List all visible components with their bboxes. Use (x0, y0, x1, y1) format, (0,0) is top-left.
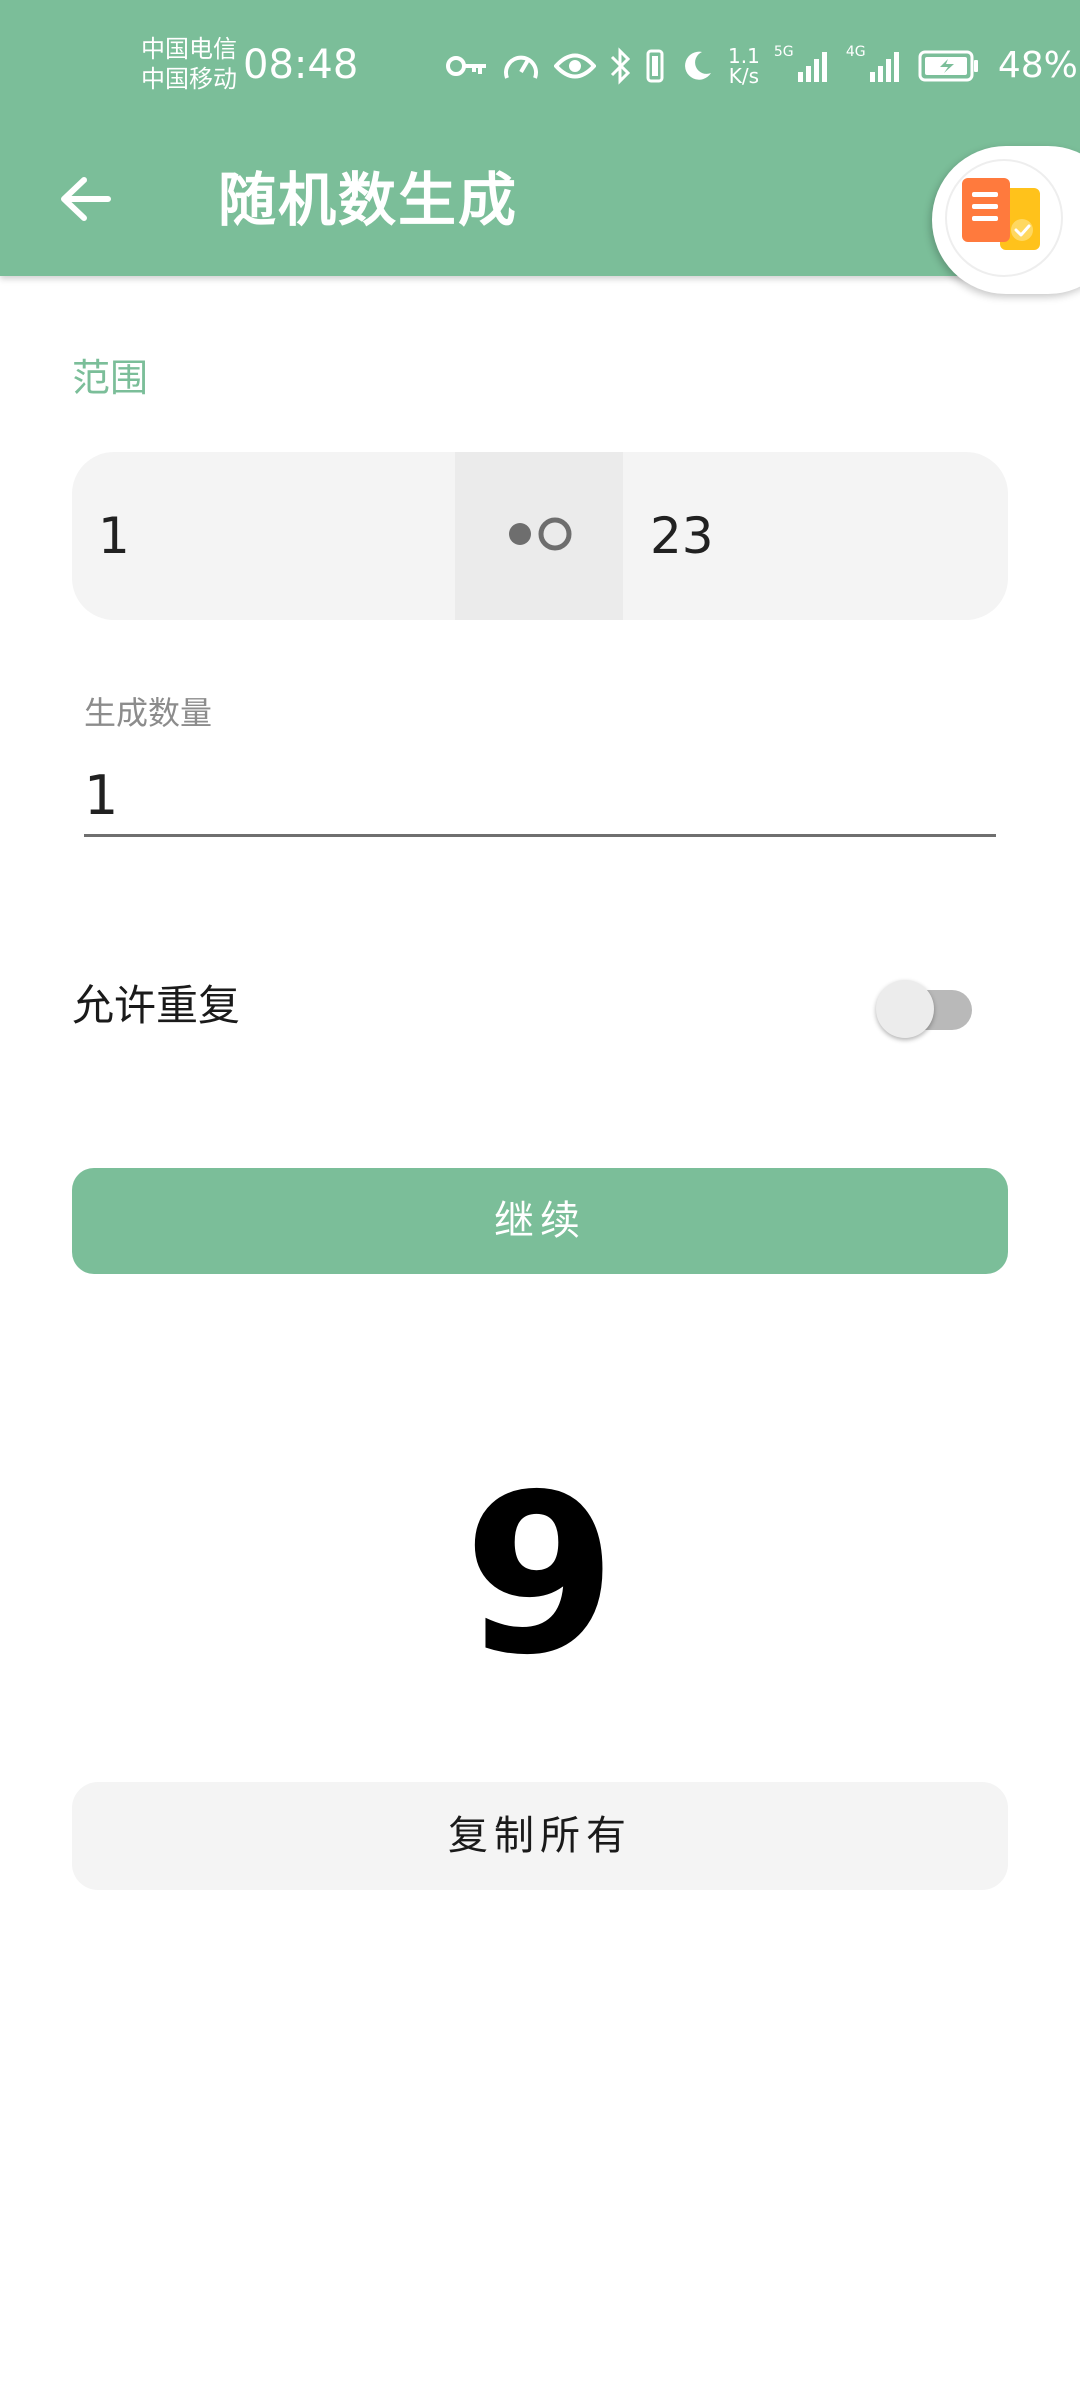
result-number: 9 (463, 1447, 617, 1703)
back-button[interactable] (40, 156, 130, 246)
status-time: 08:48 (243, 42, 359, 88)
carrier-2: 中国移动 (141, 65, 237, 93)
allow-repeat-switch[interactable] (874, 970, 976, 1042)
arrow-back-icon (58, 175, 112, 227)
carrier-1: 中国电信 (141, 35, 237, 63)
range-input-group: 1 23 (72, 452, 1008, 620)
continue-button[interactable]: 继续 (72, 1168, 1008, 1274)
range-toggle-button[interactable] (455, 452, 623, 620)
eye-icon (554, 51, 596, 81)
battery-charging-icon (918, 50, 980, 82)
toolbar: 随机数生成 (0, 134, 1080, 276)
network-speed: 1.1 K/s (728, 44, 760, 88)
status-icons: 1.1 K/s 5G 4G 48% (446, 40, 1078, 92)
carrier-names: 中国电信 中国移动 (141, 34, 237, 94)
switch-thumb (876, 980, 934, 1038)
page-title: 随机数生成 (218, 166, 519, 234)
range-max-input[interactable]: 23 (650, 500, 714, 572)
key-icon (446, 54, 488, 78)
allow-repeat-label: 允许重复 (72, 981, 241, 1030)
range-min-input[interactable]: 1 (98, 500, 130, 572)
signal-icon: 4G (846, 44, 904, 84)
moon-icon (680, 49, 714, 83)
status-bar: 中国电信 中国移动 08:48 1.1 K/s 5G 4G 48% (0, 0, 1080, 134)
quantity-input[interactable]: 1 (84, 756, 996, 836)
quantity-underline (84, 834, 996, 837)
signal-icon: 5G (774, 44, 832, 84)
range-toggle-icon (503, 514, 575, 558)
range-section-label: 范围 (72, 356, 149, 400)
quantity-label: 生成数量 (84, 694, 213, 732)
clipboard-app-icon (944, 158, 1064, 282)
speedometer-icon (502, 48, 540, 84)
bluetooth-icon (610, 47, 630, 85)
floating-bubble[interactable] (932, 146, 1080, 294)
copy-all-button[interactable]: 复制所有 (72, 1782, 1008, 1890)
battery-percent: 48% (997, 45, 1078, 86)
app-header: 中国电信 中国移动 08:48 1.1 K/s 5G 4G 48% 随机数生成 (0, 0, 1080, 276)
vibrate-icon (644, 48, 666, 84)
